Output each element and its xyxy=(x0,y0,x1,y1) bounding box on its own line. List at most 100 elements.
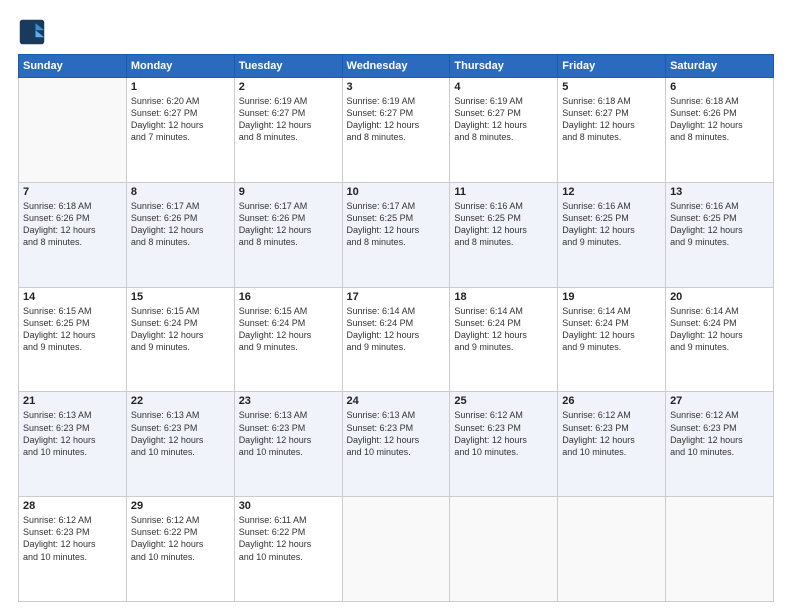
calendar-cell: 2 Sunrise: 6:19 AM Sunset: 6:27 PM Daylig… xyxy=(234,78,342,183)
calendar-cell: 7 Sunrise: 6:18 AM Sunset: 6:26 PM Daylig… xyxy=(19,182,127,287)
day-header-thursday: Thursday xyxy=(450,55,558,78)
day-number: 22 xyxy=(131,395,230,407)
day-info: Sunrise: 6:16 AM Sunset: 6:25 PM Dayligh… xyxy=(454,200,553,249)
day-number: 13 xyxy=(670,186,769,198)
calendar-cell: 20 Sunrise: 6:14 AM Sunset: 6:24 PM Dayli… xyxy=(666,287,774,392)
calendar-cell xyxy=(666,497,774,602)
calendar-cell: 21Sunrise: 6:13 AM Sunset: 6:23 PM Dayli… xyxy=(19,392,127,497)
day-header-sunday: Sunday xyxy=(19,55,127,78)
calendar-cell: 14 Sunrise: 6:15 AM Sunset: 6:25 PM Dayli… xyxy=(19,287,127,392)
day-number: 14 xyxy=(23,291,122,303)
day-info: Sunrise: 6:12 AM Sunset: 6:22 PM Dayligh… xyxy=(131,514,230,563)
day-header-monday: Monday xyxy=(126,55,234,78)
calendar-cell: 30Sunrise: 6:11 AM Sunset: 6:22 PM Dayli… xyxy=(234,497,342,602)
calendar-cell xyxy=(19,78,127,183)
day-number: 21 xyxy=(23,395,122,407)
calendar-cell: 8 Sunrise: 6:17 AM Sunset: 6:26 PM Daylig… xyxy=(126,182,234,287)
calendar-week-row: 1Sunrise: 6:20 AM Sunset: 6:27 PM Daylig… xyxy=(19,78,774,183)
day-info: Sunrise: 6:11 AM Sunset: 6:22 PM Dayligh… xyxy=(239,514,338,563)
calendar-cell xyxy=(558,497,666,602)
day-info: Sunrise: 6:18 AM Sunset: 6:27 PM Dayligh… xyxy=(562,95,661,144)
day-number: 26 xyxy=(562,395,661,407)
day-info: Sunrise: 6:19 AM Sunset: 6:27 PM Dayligh… xyxy=(454,95,553,144)
calendar-cell: 17 Sunrise: 6:14 AM Sunset: 6:24 PM Dayli… xyxy=(342,287,450,392)
day-info: Sunrise: 6:15 AM Sunset: 6:24 PM Dayligh… xyxy=(239,305,338,354)
logo-icon xyxy=(18,18,46,46)
calendar-cell: 13 Sunrise: 6:16 AM Sunset: 6:25 PM Dayli… xyxy=(666,182,774,287)
day-info: Sunrise: 6:17 AM Sunset: 6:26 PM Dayligh… xyxy=(239,200,338,249)
day-info: Sunrise: 6:16 AM Sunset: 6:25 PM Dayligh… xyxy=(562,200,661,249)
day-number: 29 xyxy=(131,500,230,512)
calendar-cell: 23 Sunrise: 6:13 AM Sunset: 6:23 PM Dayli… xyxy=(234,392,342,497)
day-number: 15 xyxy=(131,291,230,303)
calendar-header-row: SundayMondayTuesdayWednesdayThursdayFrid… xyxy=(19,55,774,78)
calendar-cell: 1Sunrise: 6:20 AM Sunset: 6:27 PM Daylig… xyxy=(126,78,234,183)
day-info: Sunrise: 6:18 AM Sunset: 6:26 PM Dayligh… xyxy=(670,95,769,144)
day-info: Sunrise: 6:18 AM Sunset: 6:26 PM Dayligh… xyxy=(23,200,122,249)
calendar-table: SundayMondayTuesdayWednesdayThursdayFrid… xyxy=(18,54,774,602)
day-info: Sunrise: 6:14 AM Sunset: 6:24 PM Dayligh… xyxy=(347,305,446,354)
day-number: 25 xyxy=(454,395,553,407)
calendar-cell: 16Sunrise: 6:15 AM Sunset: 6:24 PM Dayli… xyxy=(234,287,342,392)
day-info: Sunrise: 6:12 AM Sunset: 6:23 PM Dayligh… xyxy=(23,514,122,563)
header xyxy=(18,18,774,46)
day-info: Sunrise: 6:13 AM Sunset: 6:23 PM Dayligh… xyxy=(347,409,446,458)
day-info: Sunrise: 6:19 AM Sunset: 6:27 PM Dayligh… xyxy=(239,95,338,144)
day-number: 12 xyxy=(562,186,661,198)
day-info: Sunrise: 6:14 AM Sunset: 6:24 PM Dayligh… xyxy=(670,305,769,354)
logo xyxy=(18,18,50,46)
day-number: 2 xyxy=(239,81,338,93)
calendar-cell xyxy=(342,497,450,602)
day-number: 4 xyxy=(454,81,553,93)
calendar-cell: 6 Sunrise: 6:18 AM Sunset: 6:26 PM Daylig… xyxy=(666,78,774,183)
calendar-cell: 27 Sunrise: 6:12 AM Sunset: 6:23 PM Dayli… xyxy=(666,392,774,497)
calendar-cell: 26 Sunrise: 6:12 AM Sunset: 6:23 PM Dayli… xyxy=(558,392,666,497)
day-number: 7 xyxy=(23,186,122,198)
calendar-cell: 29 Sunrise: 6:12 AM Sunset: 6:22 PM Dayli… xyxy=(126,497,234,602)
day-number: 23 xyxy=(239,395,338,407)
calendar-cell: 15 Sunrise: 6:15 AM Sunset: 6:24 PM Dayli… xyxy=(126,287,234,392)
day-number: 3 xyxy=(347,81,446,93)
day-info: Sunrise: 6:15 AM Sunset: 6:25 PM Dayligh… xyxy=(23,305,122,354)
day-info: Sunrise: 6:15 AM Sunset: 6:24 PM Dayligh… xyxy=(131,305,230,354)
calendar-cell: 3Sunrise: 6:19 AM Sunset: 6:27 PM Daylig… xyxy=(342,78,450,183)
day-info: Sunrise: 6:12 AM Sunset: 6:23 PM Dayligh… xyxy=(454,409,553,458)
day-info: Sunrise: 6:12 AM Sunset: 6:23 PM Dayligh… xyxy=(562,409,661,458)
day-info: Sunrise: 6:13 AM Sunset: 6:23 PM Dayligh… xyxy=(239,409,338,458)
day-info: Sunrise: 6:17 AM Sunset: 6:25 PM Dayligh… xyxy=(347,200,446,249)
day-info: Sunrise: 6:12 AM Sunset: 6:23 PM Dayligh… xyxy=(670,409,769,458)
day-number: 8 xyxy=(131,186,230,198)
calendar-week-row: 21 Sunrise: 6:13 AM Sunset: 6:23 PM Dayli… xyxy=(19,392,774,497)
day-number: 9 xyxy=(239,186,338,198)
day-number: 5 xyxy=(562,81,661,93)
calendar-cell: 24Sunrise: 6:13 AM Sunset: 6:23 PM Dayli… xyxy=(342,392,450,497)
day-number: 10 xyxy=(347,186,446,198)
day-info: Sunrise: 6:14 AM Sunset: 6:24 PM Dayligh… xyxy=(562,305,661,354)
day-info: Sunrise: 6:16 AM Sunset: 6:25 PM Dayligh… xyxy=(670,200,769,249)
day-info: Sunrise: 6:13 AM Sunset: 6:23 PM Dayligh… xyxy=(131,409,230,458)
day-number: 6 xyxy=(670,81,769,93)
calendar-week-row: 14 Sunrise: 6:15 AM Sunset: 6:25 PM Dayli… xyxy=(19,287,774,392)
calendar-cell: 22 Sunrise: 6:13 AM Sunset: 6:23 PM Dayli… xyxy=(126,392,234,497)
day-header-friday: Friday xyxy=(558,55,666,78)
calendar-cell: 18 Sunrise: 6:14 AM Sunset: 6:24 PM Dayli… xyxy=(450,287,558,392)
day-number: 1 xyxy=(131,81,230,93)
calendar-cell: 9 Sunrise: 6:17 AM Sunset: 6:26 PM Daylig… xyxy=(234,182,342,287)
page: SundayMondayTuesdayWednesdayThursdayFrid… xyxy=(0,0,792,612)
calendar-cell: 19Sunrise: 6:14 AM Sunset: 6:24 PM Dayli… xyxy=(558,287,666,392)
calendar-cell: 10 Sunrise: 6:17 AM Sunset: 6:25 PM Dayli… xyxy=(342,182,450,287)
day-header-tuesday: Tuesday xyxy=(234,55,342,78)
calendar-cell: 25 Sunrise: 6:12 AM Sunset: 6:23 PM Dayli… xyxy=(450,392,558,497)
day-header-wednesday: Wednesday xyxy=(342,55,450,78)
calendar-cell: 12 Sunrise: 6:16 AM Sunset: 6:25 PM Dayli… xyxy=(558,182,666,287)
day-number: 20 xyxy=(670,291,769,303)
day-number: 17 xyxy=(347,291,446,303)
calendar-cell xyxy=(450,497,558,602)
calendar-week-row: 7 Sunrise: 6:18 AM Sunset: 6:26 PM Daylig… xyxy=(19,182,774,287)
day-number: 18 xyxy=(454,291,553,303)
calendar-cell: 5 Sunrise: 6:18 AM Sunset: 6:27 PM Daylig… xyxy=(558,78,666,183)
day-info: Sunrise: 6:14 AM Sunset: 6:24 PM Dayligh… xyxy=(454,305,553,354)
day-number: 28 xyxy=(23,500,122,512)
day-info: Sunrise: 6:17 AM Sunset: 6:26 PM Dayligh… xyxy=(131,200,230,249)
day-number: 27 xyxy=(670,395,769,407)
